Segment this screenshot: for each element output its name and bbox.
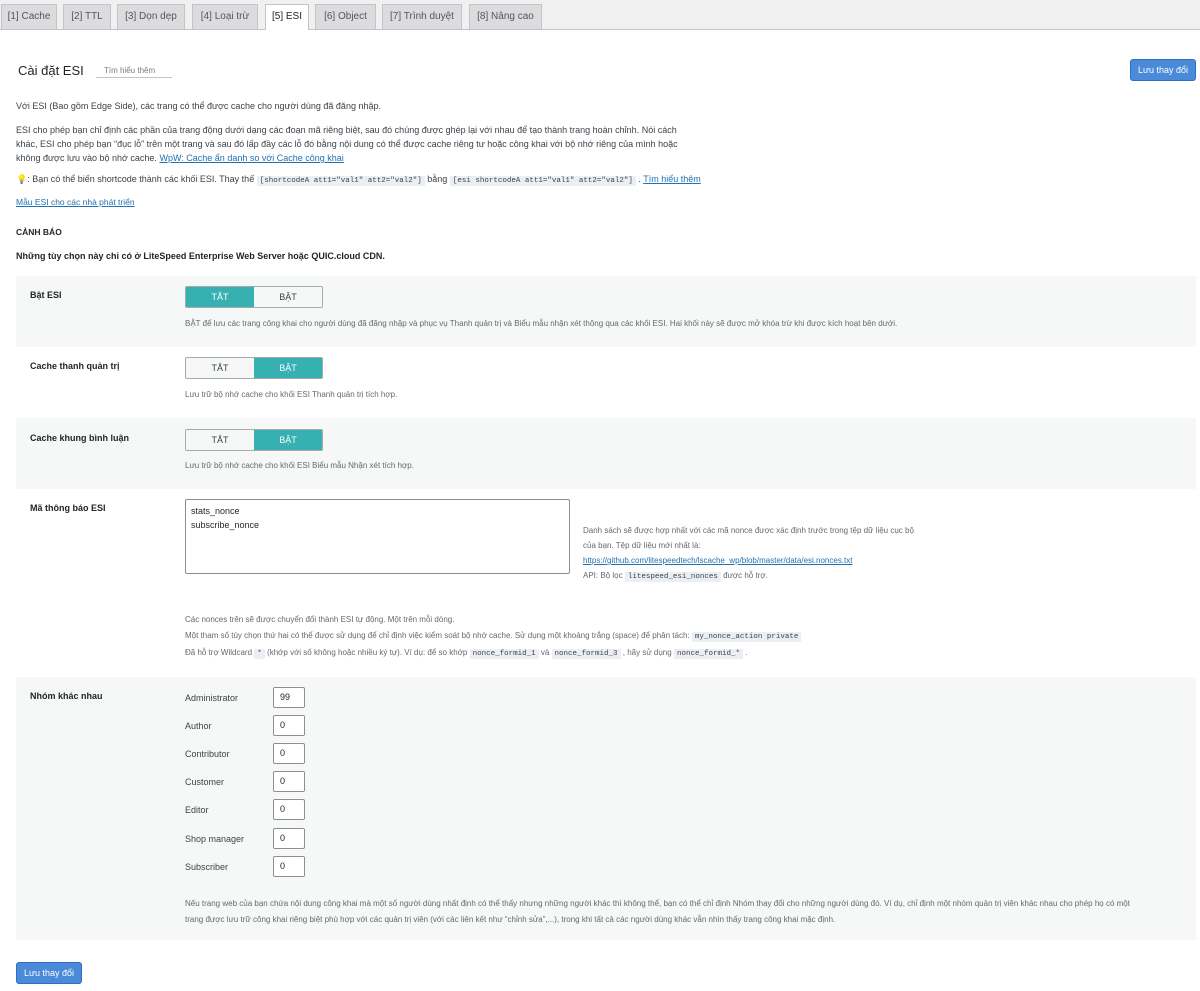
setting-esi-nonces: Mã thông báo ESI stats_nonce subscribe_n…	[16, 489, 1196, 677]
shortcode-tip: 💡: Bạn có thể biến shortcode thành các k…	[16, 174, 701, 186]
setting-enable-esi: Bật ESI TẮT BẬT BẬT để lưu các trang côn…	[16, 276, 1196, 347]
warning-heading: CẢNH BÁO	[16, 227, 62, 237]
settings-panel: Cài đặt ESI Tìm hiểu thêm Lưu thay đổi V…	[0, 30, 1200, 991]
tab-excludes[interactable]: [4] Loại trừ	[192, 4, 258, 30]
role-label: Administrator	[185, 693, 239, 703]
anon-vs-public-link[interactable]: WpW: Cache ẩn danh so với Cache công kha…	[159, 153, 343, 163]
toggle-on-option[interactable]: BẬT	[254, 287, 322, 307]
toggle-on-option[interactable]: BẬT	[254, 430, 322, 450]
save-button-bottom[interactable]: Lưu thay đổi	[16, 962, 82, 984]
role-vary-input[interactable]: 0	[273, 743, 305, 764]
tab-purge[interactable]: [3] Dọn dẹp	[117, 4, 185, 30]
setting-vary-group: Nhóm khác nhau Administrator 99 Author 0…	[16, 677, 1196, 940]
tab-ttl[interactable]: [2] TTL	[63, 4, 111, 30]
warning-text: Những tùy chọn này chỉ có ở LiteSpeed En…	[16, 251, 385, 261]
enable-esi-desc: BẬT để lưu các trang công khai cho người…	[185, 319, 898, 328]
cache-comment-form-label: Cache khung bình luận	[30, 433, 130, 443]
role-vary-input[interactable]: 99	[273, 687, 305, 708]
esi-nonces-desc: Các nonces trên sẽ được chuyển đổi thành…	[185, 612, 1185, 662]
setting-cache-admin-bar: Cache thanh quản trị TẮT BẬT Lưu trữ bộ …	[16, 347, 1196, 418]
setting-cache-comment-form: Cache khung bình luận TẮT BẬT Lưu trữ bộ…	[16, 418, 1196, 489]
esi-nonces-textarea[interactable]: stats_nonce subscribe_nonce	[185, 499, 570, 574]
esi-nonces-label: Mã thông báo ESI	[30, 503, 106, 513]
cache-comment-form-desc: Lưu trữ bộ nhớ cache cho khối ESI Biểu m…	[185, 461, 414, 470]
vary-group-desc: Nếu trang web của bạn chứa nội dung công…	[185, 899, 1130, 924]
toggle-off-option[interactable]: TẮT	[186, 287, 254, 307]
lightbulb-icon: 💡	[16, 174, 28, 184]
esi-nonces-side-info: Danh sách sẽ được hợp nhất với các mã no…	[583, 523, 953, 585]
nonces-data-file-link[interactable]: https://github.com/litespeedtech/lscache…	[583, 553, 953, 568]
cache-admin-bar-label: Cache thanh quản trị	[30, 361, 120, 371]
toggle-off-option[interactable]: TẮT	[186, 430, 254, 450]
role-label: Customer	[185, 777, 225, 787]
cache-admin-bar-toggle[interactable]: TẮT BẬT	[185, 357, 323, 379]
esi-description: ESI cho phép bạn chỉ định các phần của t…	[16, 125, 678, 163]
tab-cache[interactable]: [1] Cache	[1, 4, 57, 30]
vary-group-label: Nhóm khác nhau	[30, 691, 103, 701]
enable-esi-label: Bật ESI	[30, 290, 62, 300]
role-label: Subscriber	[185, 862, 229, 872]
role-label: Editor	[185, 805, 209, 815]
tab-object[interactable]: [6] Object	[315, 4, 376, 30]
role-vary-input[interactable]: 0	[273, 771, 305, 792]
cache-admin-bar-desc: Lưu trữ bộ nhớ cache cho khối ESI Thanh …	[185, 390, 398, 399]
tab-browser[interactable]: [7] Trình duyệt	[382, 4, 462, 30]
tip-learn-more-link[interactable]: Tìm hiểu thêm	[643, 174, 701, 184]
role-label: Contributor	[185, 749, 230, 759]
page-title: Cài đặt ESI	[18, 63, 84, 78]
tab-esi[interactable]: [5] ESI	[265, 4, 309, 31]
learn-more-link[interactable]: Tìm hiểu thêm	[96, 60, 172, 78]
tab-advanced[interactable]: [8] Nâng cao	[469, 4, 542, 30]
role-vary-input[interactable]: 0	[273, 828, 305, 849]
toggle-off-option[interactable]: TẮT	[186, 358, 254, 378]
save-button-top[interactable]: Lưu thay đổi	[1130, 59, 1196, 81]
role-vary-input[interactable]: 0	[273, 715, 305, 736]
cache-comment-form-toggle[interactable]: TẮT BẬT	[185, 429, 323, 451]
toggle-on-option[interactable]: BẬT	[254, 358, 322, 378]
settings-tabs: [1] Cache [2] TTL [3] Dọn dẹp [4] Loại t…	[0, 0, 1200, 31]
role-vary-input[interactable]: 0	[273, 799, 305, 820]
enable-esi-toggle[interactable]: TẮT BẬT	[185, 286, 323, 308]
intro-paragraph: Với ESI (Bao gồm Edge Side), các trang c…	[16, 101, 381, 111]
role-vary-input[interactable]: 0	[273, 856, 305, 877]
role-label: Shop manager	[185, 834, 245, 844]
role-label: Author	[185, 721, 212, 731]
dev-esi-samples-link[interactable]: Mẫu ESI cho các nhà phát triển	[16, 195, 135, 209]
